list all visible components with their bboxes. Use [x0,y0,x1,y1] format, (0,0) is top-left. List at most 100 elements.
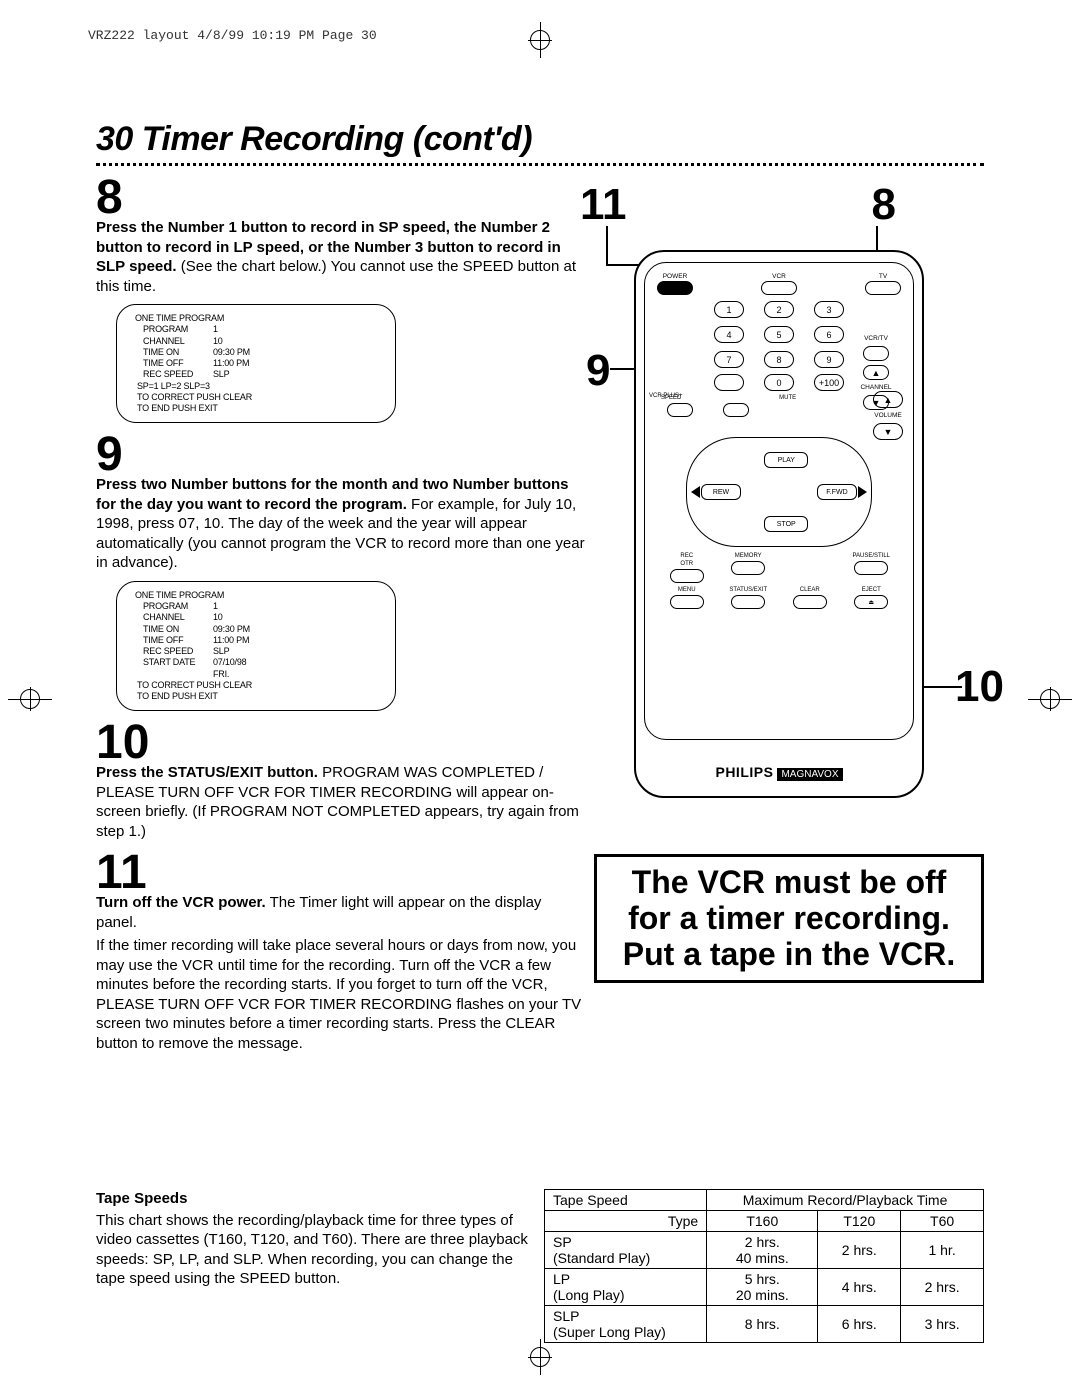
memory-button [731,561,765,575]
osd1-v2: 09:30 PM [213,347,250,358]
osd-box-1: ONE TIME PROGRAM PROGRAM1 CHANNEL10 TIME… [116,304,396,423]
num-7: 7 [714,351,744,368]
osd2-v1: 10 [213,612,223,623]
osd1-k3: TIME OFF [133,358,213,369]
mute-button [723,403,749,417]
eject-label: EJECT [862,587,881,593]
tape-speeds-table: Tape Speed Maximum Record/Playback Time … [544,1189,984,1343]
num-4: 4 [714,326,744,343]
rew-button: REW [701,484,741,500]
osd2-v3: 11:00 PM [213,635,249,646]
mute-label: MUTE [779,395,796,401]
step-9-text: Press two Number buttons for the month a… [96,475,586,573]
power-button [657,281,693,295]
num-5: 5 [764,326,794,343]
osd2-k3: TIME OFF [133,635,213,646]
status-label: STATUS/EXIT [729,587,767,593]
title-divider [96,163,984,166]
speed-button [667,403,693,417]
num-6: 6 [814,326,844,343]
power-label: POWER [663,273,688,280]
vcrplus-label: VCR PLUS+ [649,393,689,399]
page-title: 30 Timer Recording (cont'd) [96,120,984,159]
step-10-bold: Press the STATUS/EXIT button. [96,764,318,781]
osd1-title: ONE TIME PROGRAM [133,313,371,324]
osd1-speedline: SP=1 LP=2 SLP=3 [133,381,371,392]
step-10-number: 10 [96,719,586,767]
sp-t60: 1 hr. [901,1232,984,1269]
vcr-button [761,281,797,295]
line [606,226,608,266]
osd2-k1: CHANNEL [133,612,213,623]
warning-callout: The VCR must be off for a timer recordin… [594,854,984,983]
number-pad: 1 2 3 4 5 6 7 8 9 [714,301,844,368]
osd1-k0: PROGRAM [133,324,213,335]
otr-label: OTR [680,561,693,567]
volume-label: VOLUME [874,412,901,419]
vol-down-button: ▼ [873,423,903,440]
osd2-v6: FRI. [213,669,229,680]
osd2-note1: TO CORRECT PUSH CLEAR [133,680,371,691]
tape-speeds-title: Tape Speeds [96,1189,530,1209]
osd2-v4: SLP [213,646,229,657]
osd2-v2: 09:30 PM [213,624,250,635]
remote-inner: POWER VCR TV [644,262,914,740]
rew-tri-icon [691,486,700,498]
remote-diagram: 11 8 9 10 POWER VCR [564,186,984,846]
osd2-k2: TIME ON [133,624,213,635]
th-t60: T60 [901,1211,984,1232]
steps-column: 8 Press the Number 1 button to record in… [96,174,586,1053]
th-tapespeed: Tape Speed [545,1190,707,1211]
osd2-k6 [133,669,213,680]
osd2-v0: 1 [213,601,218,612]
ffwd-button: F.FWD [817,484,857,500]
menu-button [670,595,704,609]
osd1-v1: 10 [213,336,223,347]
menu-label: MENU [678,587,696,593]
th-maxtime: Maximum Record/Playback Time [707,1190,984,1211]
osd1-v3: 11:00 PM [213,358,249,369]
osd1-k1: CHANNEL [133,336,213,347]
osd1-note2: TO END PUSH EXIT [133,403,371,414]
stop-button: STOP [764,516,808,532]
sp-t120: 2 hrs. [818,1232,901,1269]
vol-up-button: ▲ [873,391,903,408]
line [918,686,962,688]
num-plus100: +100 [814,374,844,391]
step-9-number: 9 [96,431,586,479]
osd1-v4: SLP [213,369,229,380]
ch-up-button: ▲ [863,365,889,380]
vcr-label: VCR [772,273,786,280]
crop-mark-top [528,22,552,58]
step-8-number: 8 [96,174,586,222]
osd2-k5: START DATE [133,657,213,668]
num-2: 2 [764,301,794,318]
tv-button [865,281,901,295]
num-3: 3 [814,301,844,318]
memory-label: MEMORY [735,553,762,559]
play-button: PLAY [764,452,808,468]
eject-button: ⏏ [854,595,888,609]
num-8: 8 [764,351,794,368]
osd2-v5: 07/10/98 [213,657,246,668]
num-1: 1 [714,301,744,318]
osd2-k4: REC SPEED [133,646,213,657]
brand-magnavox: MAGNAVOX [777,768,842,781]
th-t120: T120 [818,1211,901,1232]
callout-9: 9 [586,346,610,396]
num-0: 0 [764,374,794,391]
brand-philips: PHILIPS [715,764,773,780]
step-10-text: Press the STATUS/EXIT button. PROGRAM WA… [96,763,586,841]
th-t160: T160 [707,1211,818,1232]
crop-mark-left [8,687,52,711]
channel-label: CHANNEL [860,384,891,391]
pause-button [854,561,888,575]
step-8-text: Press the Number 1 button to record in S… [96,218,586,296]
vcrtv-button [863,346,889,361]
osd1-k2: TIME ON [133,347,213,358]
tape-speeds-section: Tape Speeds This chart shows the recordi… [96,1189,984,1343]
osd2-k0: PROGRAM [133,601,213,612]
step-11-number: 11 [96,849,586,897]
row-sp: SP(Standard Play) [545,1232,707,1269]
osd1-v0: 1 [213,324,218,335]
